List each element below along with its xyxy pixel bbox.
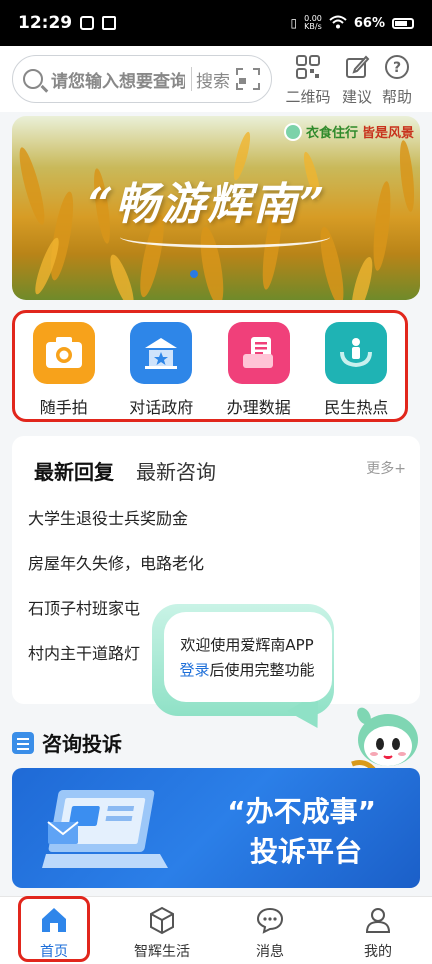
qrcode-label: 二维码 [285,88,331,106]
battery-percent: 66% [353,15,385,31]
list-item[interactable]: 房屋年久失修，电路老化 [28,553,408,598]
section-title-text: 咨询投诉 [42,732,122,756]
status-bar: 12:29 ▯ 0.00 KB/s 66% [0,0,432,46]
scan-icon[interactable] [236,68,260,90]
help-label: 帮助 [381,88,412,106]
qrcode-button[interactable]: 二维码 [284,54,332,107]
vibrate-icon: ▯ [290,16,298,30]
home-highlight-outline [18,896,90,962]
header: 请您输入想要查询 搜索 二维码 建议 ? 帮助 [0,46,432,112]
camera-icon [32,322,95,384]
tab-message[interactable]: 消息 [216,897,324,964]
slogan-right: 皆是风景 [361,126,414,141]
search-divider [191,67,192,91]
data-icon [227,322,290,384]
search-icon [23,69,43,89]
banner-carousel[interactable]: 衣食住行 皆是风景 “畅游辉南” [12,116,420,300]
section-title: 咨询投诉 [12,728,122,757]
quick-action-data[interactable]: 办理数据 [214,322,304,418]
status-time: 12:29 [18,13,73,33]
quick-action-label: 办理数据 [226,398,291,417]
message-icon [256,907,284,934]
qrcode-icon [296,55,320,79]
tab-life[interactable]: 智辉生活 [108,897,216,964]
complaint-title: “办不成事” [227,795,376,828]
login-bubble-content[interactable]: 欢迎使用爱辉南APP 登录后使用完整功能 [164,612,332,702]
tab-mine[interactable]: 我的 [324,897,432,964]
banner-swoosh [120,226,330,248]
login-link[interactable]: 登录 [179,661,209,679]
net-speed: 0.00 KB/s [304,14,322,31]
user-icon [365,908,391,933]
quick-action-label: 对话政府 [129,398,194,417]
complaint-banner[interactable]: “办不成事” 投诉平台 [12,768,420,888]
svg-text:?: ? [393,60,401,76]
quick-action-government[interactable]: 对话政府 [116,322,206,418]
slogan-left: 衣食住行 [305,126,358,141]
banner-slogan: 衣食住行 皆是风景 [283,122,414,141]
more-link[interactable]: 更多+ [366,458,406,478]
tab-latest-reply[interactable]: 最新回复 [30,456,118,489]
quick-action-hotspot[interactable]: 民生热点 [311,322,401,418]
carousel-dot [190,270,198,278]
list-item[interactable]: 大学生退役士兵奖励金 [28,508,408,553]
wifi-icon [329,15,347,32]
tab-message-label: 消息 [256,944,284,960]
tab-mine-label: 我的 [364,944,392,960]
complaint-subtitle: 投诉平台 [249,835,362,868]
carousel-dots [190,270,198,278]
tab-latest-consult[interactable]: 最新咨询 [136,456,216,485]
login-prompt: 登录后使用完整功能 [168,659,326,680]
government-icon [130,322,193,384]
search-button[interactable]: 搜索 [196,67,230,92]
quick-action-label: 随手拍 [39,398,88,417]
search-bar[interactable]: 请您输入想要查询 搜索 [12,55,272,103]
login-prompt-rest: 后使用完整功能 [209,661,315,679]
tab-life-label: 智辉生活 [134,944,190,960]
search-input[interactable]: 请您输入想要查询 [51,67,185,92]
consult-icon [12,731,34,754]
box-icon [150,906,174,935]
welcome-text: 欢迎使用爱辉南APP [180,636,314,654]
notification-icon [80,16,95,30]
banner-title: “畅游辉南” [88,179,327,230]
laptop-illustration [42,790,168,868]
people-icon [325,322,388,384]
help-icon: ? [385,55,409,79]
edit-icon [346,55,370,78]
mascot-badge-icon [283,122,302,141]
battery-icon [392,17,414,29]
quick-actions: 随手拍 对话政府 办理数据 民生热点 [12,310,408,422]
app-notification-icon [102,16,117,30]
quick-action-label: 民生热点 [324,398,389,417]
quick-action-snapshot[interactable]: 随手拍 [19,322,109,418]
news-tabs: 最新回复 最新咨询 [30,456,216,489]
help-button[interactable]: ? 帮助 [373,54,421,107]
